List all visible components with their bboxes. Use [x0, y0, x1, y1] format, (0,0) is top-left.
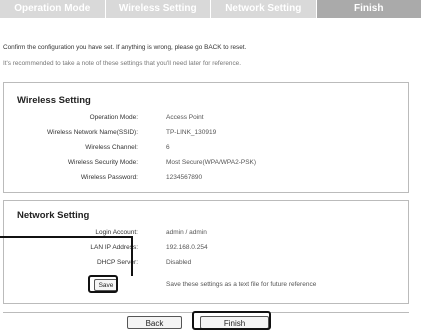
row-wireless-channel: Wireless Channel: 6 [4, 144, 408, 154]
login-account-value: admin / admin [166, 229, 207, 236]
row-dhcp-server: DHCP Server: Disabled [4, 259, 408, 269]
wireless-setting-title: Wireless Setting [17, 95, 91, 106]
row-wireless-password: Wireless Password: 1234567890 [4, 174, 408, 184]
network-setting-title: Network Setting [17, 210, 89, 221]
callout-line-horizontal [0, 236, 132, 238]
login-account-label: Login Account: [95, 229, 138, 236]
wireless-setting-panel: Wireless Setting Operation Mode: Access … [3, 82, 409, 193]
wireless-channel-value: 6 [166, 144, 170, 151]
security-mode-value: Most Secure(WPA/WPA2-PSK) [166, 159, 256, 166]
network-setting-panel: Network Setting Login Account: admin / a… [3, 200, 409, 304]
row-security-mode: Wireless Security Mode: Most Secure(WPA/… [4, 159, 408, 169]
wizard-steps: Operation Mode Wireless Setting Network … [0, 0, 421, 18]
step-wireless-setting: Wireless Setting [106, 0, 212, 18]
callout-line-vertical [131, 236, 133, 276]
intro-confirm-text: Confirm the configuration you have set. … [3, 44, 246, 51]
operation-mode-label: Operation Mode: [90, 114, 138, 121]
step-finish: Finish [317, 0, 421, 18]
wireless-password-label: Wireless Password: [81, 174, 138, 181]
save-hint-text: Save these settings as a text file for f… [166, 281, 316, 288]
operation-mode-value: Access Point [166, 114, 204, 121]
dhcp-server-value: Disabled [166, 259, 191, 266]
row-operation-mode: Operation Mode: Access Point [4, 114, 408, 124]
row-lan-ip: LAN IP Address: 192.168.0.254 [4, 244, 408, 254]
security-mode-label: Wireless Security Mode: [68, 159, 138, 166]
step-operation-mode: Operation Mode [0, 0, 106, 18]
intro-note-text: It's recommended to take a note of these… [3, 60, 241, 67]
ssid-label: Wireless Network Name(SSID): [47, 129, 138, 136]
save-highlight-box [88, 275, 118, 293]
back-button[interactable]: Back [127, 316, 182, 329]
row-ssid: Wireless Network Name(SSID): TP-LINK_130… [4, 129, 408, 139]
lan-ip-value: 192.168.0.254 [166, 244, 208, 251]
ssid-value: TP-LINK_130919 [166, 129, 216, 136]
wireless-password-value: 1234567890 [166, 174, 202, 181]
wireless-channel-label: Wireless Channel: [85, 144, 138, 151]
step-network-setting: Network Setting [211, 0, 317, 18]
finish-highlight-box [192, 311, 271, 330]
